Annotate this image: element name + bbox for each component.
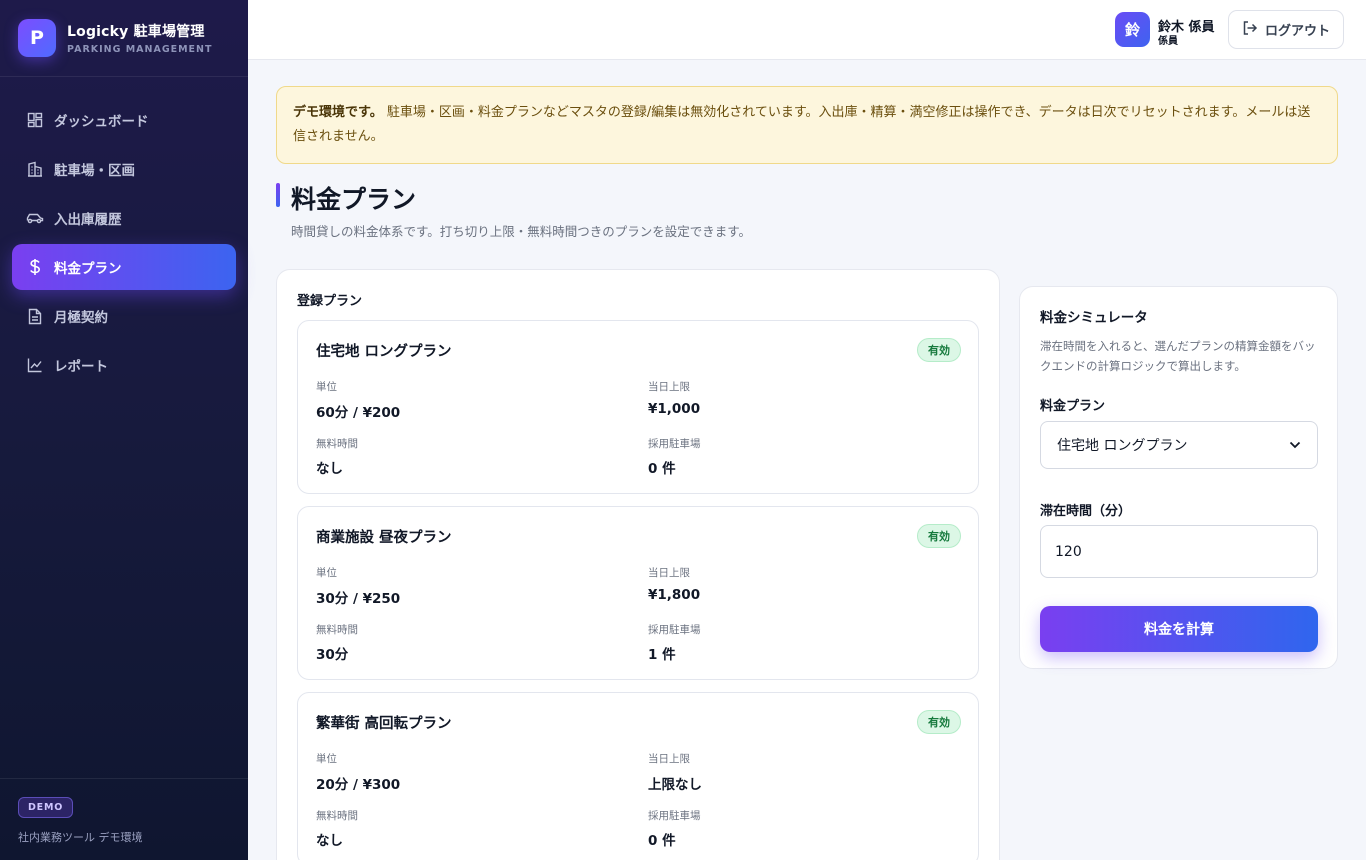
free-time-value: なし [316,461,343,477]
simulator-description: 滞在時間を入れると、選んだプランの精算金額をバックエンドの計算ロジックで算出しま… [1040,339,1316,373]
status-badge: 有効 [917,338,961,362]
daily-max-label: 当日上限 [648,381,690,393]
free-time-label: 無料時間 [316,810,358,822]
plan-card[interactable]: 商業施設 昼夜プラン 有効 単位 30分 / ¥250 当日上限 ¥1,800 … [297,506,979,680]
sidebar-item-label: 月極契約 [54,310,108,326]
car-icon [26,209,44,227]
logout-button[interactable]: ログアウト [1228,10,1344,49]
free-time-value: 30分 [316,647,349,663]
sidebar-item-dashboard[interactable]: ダッシュボード [12,97,236,143]
simulator-title: 料金シミュレータ [1040,310,1148,326]
lots-value: 1 件 [648,647,676,663]
brand-logo: P [18,19,56,57]
unit-value: 20分 / ¥300 [316,777,401,793]
brand-title: Logicky 駐車場管理 [67,24,205,40]
lots-label: 採用駐車場 [648,624,701,636]
avatar[interactable]: 鈴 [1115,12,1150,47]
free-time-value: なし [316,833,343,849]
logout-label: ログアウト [1264,24,1330,39]
duration-label: 滞在時間（分） [1040,504,1132,519]
sidebar-nav: ダッシュボード 駐車場・区画 入出庫履歴 料金プラン 月極契約 レポート [0,77,248,388]
sidebar-item-label: 料金プラン [54,261,122,277]
dashboard-icon [26,111,44,129]
sidebar-item-label: ダッシュボード [54,114,149,130]
sidebar-item-parking-lots[interactable]: 駐車場・区画 [12,146,236,192]
demo-notice: デモ環境です。 駐車場・区画・料金プランなどマスタの登録/編集は無効化されていま… [276,86,1338,164]
sidebar-item-label: レポート [54,359,108,375]
document-icon [26,307,44,325]
status-badge: 有効 [917,710,961,734]
dollar-icon [26,258,44,276]
plan-card[interactable]: 住宅地 ロングプラン 有効 単位 60分 / ¥200 当日上限 ¥1,000 … [297,320,979,494]
sidebar-footer: DEMO 社内業務ツール デモ環境 [0,778,248,860]
duration-input[interactable]: 120 [1040,525,1318,578]
fee-simulator: 料金シミュレータ 滞在時間を入れると、選んだプランの精算金額をバックエンドの計算… [1019,286,1338,669]
plan-card[interactable]: 繁華街 高回転プラン 有効 単位 20分 / ¥300 当日上限 上限なし 無料… [297,692,979,860]
sidebar-item-label: 駐車場・区画 [54,163,135,179]
free-time-label: 無料時間 [316,438,358,450]
sidebar-item-pricing[interactable]: 料金プラン [12,244,236,290]
topbar: 鈴 鈴木 係員 係員 ログアウト [248,0,1366,60]
chart-icon [26,356,44,374]
plans-card: 登録プラン 住宅地 ロングプラン 有効 単位 60分 / ¥200 当日上限 ¥… [276,269,1000,860]
daily-max-value: ¥1,800 [648,587,701,603]
brand-subtitle: PARKING MANAGEMENT [67,44,213,55]
title-accent-bar [276,183,280,207]
status-badge: 有効 [917,524,961,548]
unit-label: 単位 [316,381,337,393]
sidebar-item-history[interactable]: 入出庫履歴 [12,195,236,241]
user-role: 係員 [1158,36,1178,47]
plan-select[interactable]: 住宅地 ロングプラン [1040,421,1318,469]
plan-name: 住宅地 ロングプラン [316,344,452,360]
unit-value: 30分 / ¥250 [316,591,401,607]
daily-max-label: 当日上限 [648,753,690,765]
page-title: 料金プラン [291,185,417,214]
plan-select-value: 住宅地 ロングプラン [1057,438,1188,454]
unit-label: 単位 [316,567,337,579]
daily-max-value: ¥1,000 [648,401,701,417]
notice-strong: デモ環境です。 [293,105,383,120]
logout-icon [1242,20,1265,40]
lots-value: 0 件 [648,833,676,849]
sidebar-item-contracts[interactable]: 月極契約 [12,293,236,339]
page-description: 時間貸しの料金体系です。打ち切り上限・無料時間つきのプランを設定できます。 [291,224,752,239]
sidebar-footer-text: 社内業務ツール デモ環境 [18,831,143,844]
plan-select-label: 料金プラン [1040,399,1106,414]
unit-label: 単位 [316,753,337,765]
calculate-button[interactable]: 料金を計算 [1040,606,1318,652]
building-icon [26,160,44,178]
sidebar-item-label: 入出庫履歴 [54,212,122,228]
sidebar-item-reports[interactable]: レポート [12,342,236,388]
daily-max-value: 上限なし [648,777,702,793]
brand[interactable]: P Logicky 駐車場管理 PARKING MANAGEMENT [0,0,248,77]
demo-badge: DEMO [18,797,74,818]
lots-label: 採用駐車場 [648,438,701,450]
lots-label: 採用駐車場 [648,810,701,822]
free-time-label: 無料時間 [316,624,358,636]
notice-text: 駐車場・区画・料金プランなどマスタの登録/編集は無効化されています。入出庫・精算… [293,105,1311,144]
daily-max-label: 当日上限 [648,567,690,579]
sidebar: P Logicky 駐車場管理 PARKING MANAGEMENT ダッシュボ… [0,0,248,860]
unit-value: 60分 / ¥200 [316,405,401,421]
chevron-down-icon [1289,437,1301,453]
plans-card-title: 登録プラン [297,294,363,309]
plan-name: 商業施設 昼夜プラン [316,530,452,546]
lots-value: 0 件 [648,461,676,477]
plan-name: 繁華街 高回転プラン [316,716,452,732]
